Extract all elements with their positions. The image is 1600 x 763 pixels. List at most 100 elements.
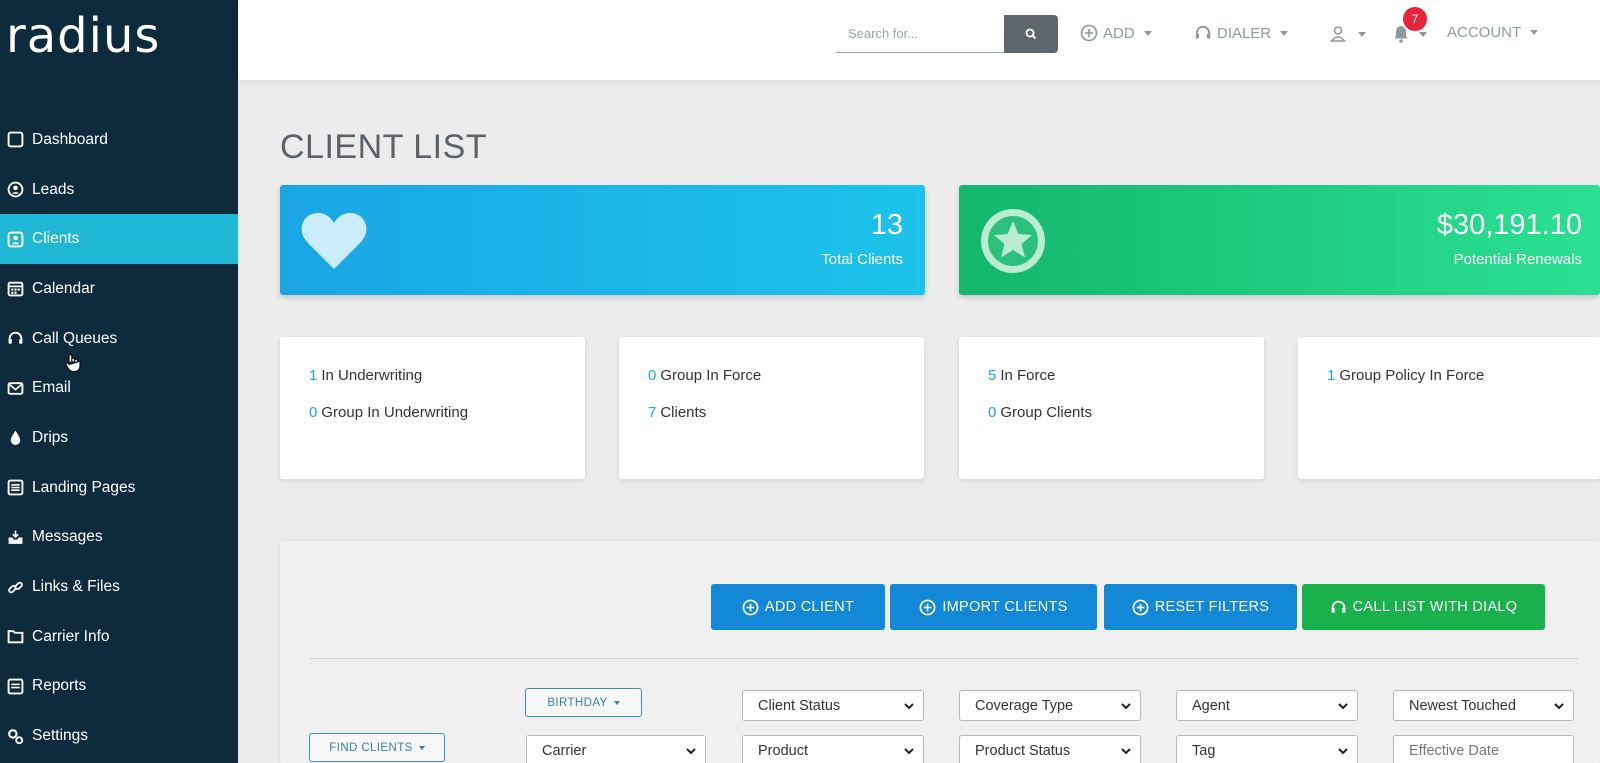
sidebar-item-label: Clients [32, 230, 80, 248]
effective-date-input[interactable]: Effective Date [1393, 735, 1574, 763]
import-clients-button[interactable]: IMPORT CLIENTS [890, 584, 1097, 630]
carrier-value: Carrier [542, 742, 587, 759]
landing-pages-icon [6, 479, 24, 497]
sidebar-item-label: Carrier Info [32, 627, 110, 645]
info-row[interactable]: 1 In Underwriting [309, 367, 585, 385]
client-status-value: Client Status [758, 697, 841, 714]
coverage-type-value: Coverage Type [975, 697, 1074, 714]
product-status-select[interactable]: Product Status [959, 735, 1141, 763]
info-text: Group In Underwriting [321, 404, 469, 421]
potential-renewals-card: $30,191.10 Potential Renewals [959, 185, 1600, 295]
sidebar-item-landing-pages[interactable]: Landing Pages [0, 463, 238, 513]
info-count: 0 [309, 404, 318, 421]
info-row[interactable]: 0 Group Clients [988, 404, 1264, 422]
find-clients-label: FIND CLIENTS [329, 741, 413, 754]
sidebar-item-clients[interactable]: Clients [0, 214, 238, 373]
sidebar: radius Dashboard Leads Clients Calendar … [0, 0, 238, 763]
account-menu[interactable]: ACCOUNT [1447, 24, 1539, 41]
dashboard-icon [6, 131, 24, 149]
sidebar-item-settings[interactable]: Settings [0, 711, 238, 761]
sidebar-item-label: Call Queues [32, 329, 118, 347]
chevron-down-icon [1121, 748, 1131, 755]
add-menu[interactable]: ADD [1080, 24, 1152, 42]
sidebar-item-reports[interactable]: Reports [0, 662, 238, 712]
chevron-down-icon [1419, 31, 1427, 37]
agent-value: Agent [1192, 697, 1230, 714]
client-filter-panel [280, 541, 1600, 763]
carrier-select[interactable]: Carrier [526, 735, 706, 763]
find-clients-dropdown[interactable]: FIND CLIENTS [309, 733, 445, 762]
call-list-dialq-button[interactable]: CALL LIST WITH DIALQ [1302, 584, 1545, 630]
user-menu[interactable] [1329, 24, 1366, 44]
tag-select[interactable]: Tag [1176, 735, 1358, 763]
sidebar-item-email[interactable]: Email [0, 363, 238, 413]
search-button[interactable] [1004, 15, 1058, 53]
info-text: Group Clients [1000, 404, 1093, 421]
panel-divider [310, 658, 1578, 659]
plus-circle-icon [742, 599, 759, 615]
effective-date-placeholder: Effective Date [1409, 742, 1500, 759]
top-bar: ADD DIALER ACCOUNT [238, 0, 1600, 80]
info-text: Group In Force [660, 367, 762, 384]
chevron-down-icon [1338, 748, 1348, 755]
sidebar-item-label: Dashboard [32, 130, 108, 148]
import-clients-label: IMPORT CLIENTS [942, 599, 1068, 615]
sidebar-item-label: Calendar [32, 279, 95, 297]
sidebar-item-label: Landing Pages [32, 478, 136, 496]
birthday-dropdown[interactable]: BIRTHDAY [525, 688, 642, 717]
folder-icon [6, 628, 24, 646]
chevron-down-icon [686, 748, 696, 755]
chevron-down-icon [1338, 703, 1348, 710]
sort-select[interactable]: Newest Touched [1393, 690, 1574, 721]
total-clients-card: 13 Total Clients [280, 185, 925, 295]
sidebar-item-label: Email [32, 379, 71, 397]
email-icon [6, 379, 24, 397]
info-row[interactable]: 0 Group In Underwriting [309, 404, 585, 422]
headset-icon [6, 330, 24, 348]
reports-icon [6, 677, 24, 695]
info-row[interactable]: 0 Group In Force [648, 367, 924, 385]
users-icon [1329, 26, 1347, 42]
heart-icon [301, 213, 367, 269]
calendar-icon [6, 280, 24, 298]
info-row[interactable]: 7 Clients [648, 404, 924, 422]
info-card-group-policy: 1 Group Policy In Force [1298, 337, 1600, 479]
product-select[interactable]: Product [742, 735, 924, 763]
sidebar-item-calendar[interactable]: Calendar [0, 264, 238, 314]
client-status-select[interactable]: Client Status [742, 690, 924, 721]
sidebar-item-messages[interactable]: Messages [0, 513, 238, 563]
app-logo[interactable]: radius [6, 6, 160, 66]
reset-filters-button[interactable]: RESET FILTERS [1104, 584, 1297, 630]
agent-select[interactable]: Agent [1176, 690, 1358, 721]
coverage-type-select[interactable]: Coverage Type [959, 690, 1141, 721]
sidebar-item-drips[interactable]: Drips [0, 413, 238, 463]
sidebar-item-links-files[interactable]: Links & Files [0, 562, 238, 612]
info-card-group-force: 0 Group In Force 7 Clients [619, 337, 924, 479]
sidebar-item-call-queues[interactable]: Call Queues [0, 314, 238, 364]
info-card-underwriting: 1 In Underwriting 0 Group In Underwriting [280, 337, 585, 479]
sidebar-item-dashboard[interactable]: Dashboard [0, 115, 238, 165]
chevron-down-icon [1530, 30, 1539, 35]
add-label: ADD [1103, 24, 1135, 42]
messages-icon [6, 528, 24, 546]
info-row[interactable]: 1 Group Policy In Force [1327, 367, 1600, 385]
add-client-button[interactable]: ADD CLIENT [711, 584, 885, 630]
chevron-down-icon [1121, 703, 1131, 710]
leads-icon [6, 181, 24, 199]
chevron-down-icon [613, 700, 620, 705]
birthday-label: BIRTHDAY [547, 696, 608, 709]
dialer-label: DIALER [1217, 24, 1272, 42]
sidebar-item-label: Reports [32, 677, 87, 695]
tag-value: Tag [1192, 742, 1216, 759]
info-count: 1 [309, 367, 318, 384]
info-row[interactable]: 5 In Force [988, 367, 1264, 385]
sidebar-item-carrier-info[interactable]: Carrier Info [0, 612, 238, 662]
product-value: Product [758, 742, 808, 759]
notification-badge: 7 [1403, 7, 1427, 31]
search-icon [1025, 28, 1037, 40]
sidebar-item-leads[interactable]: Leads [0, 165, 238, 215]
dialer-menu[interactable]: DIALER [1194, 24, 1289, 42]
clients-icon [6, 230, 24, 248]
plus-circle-icon [919, 599, 936, 615]
search-input[interactable] [836, 15, 1004, 53]
